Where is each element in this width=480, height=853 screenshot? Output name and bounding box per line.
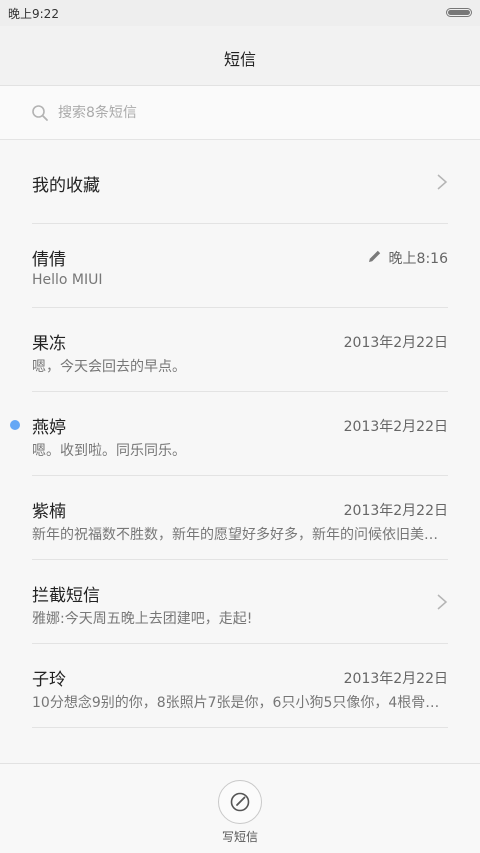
title-bar: 短信 (0, 26, 480, 86)
message-time: 2013年2月22日 (343, 335, 448, 351)
contact-name: 燕婷 (32, 418, 66, 438)
message-preview: Hello MIUI (32, 272, 103, 288)
conversation-item[interactable]: 紫楠 2013年2月22日 新年的祝福数不胜数，新年的愿望好多好多，新年的问候依… (32, 476, 448, 560)
conversation-item[interactable]: 燕婷 2013年2月22日 嗯。收到啦。同乐同乐。 (10, 392, 448, 476)
compose-button[interactable] (218, 780, 262, 824)
conversation-list: 我的收藏 倩倩 晚上8:16 Hello MIUI 果冻 2013年2月22日 … (0, 140, 480, 728)
compose-icon (230, 792, 250, 812)
status-bar: 晚上9:22 (0, 0, 480, 26)
message-time: 2013年2月22日 (343, 503, 448, 519)
bottom-bar: 写短信 (0, 763, 480, 853)
search-input[interactable] (58, 102, 438, 124)
draft-pencil-icon (369, 250, 381, 262)
conversation-item[interactable]: 倩倩 晚上8:16 Hello MIUI (32, 224, 448, 308)
blocked-messages-row[interactable]: 拦截短信 雅娜:今天周五晚上去团建吧，走起! (32, 560, 448, 644)
blocked-messages-title: 拦截短信 (32, 586, 100, 606)
unread-indicator (10, 420, 20, 430)
battery-icon (446, 8, 472, 17)
message-time: 2013年2月22日 (343, 671, 448, 687)
contact-name: 紫楠 (32, 502, 66, 522)
favorites-row[interactable]: 我的收藏 (32, 140, 448, 224)
message-time: 晚上8:16 (388, 251, 448, 267)
page-title: 短信 (223, 50, 256, 69)
favorites-label: 我的收藏 (32, 176, 100, 196)
compose-label[interactable]: 写短信 (0, 828, 480, 845)
chevron-right-icon (437, 174, 448, 190)
contact-name: 子玲 (32, 670, 66, 690)
search-bar[interactable] (0, 86, 480, 140)
message-preview: 嗯。收到啦。同乐同乐。 (32, 443, 186, 459)
search-icon (32, 105, 48, 121)
contact-name: 倩倩 (32, 250, 66, 270)
message-preview: 新年的祝福数不胜数，新年的愿望好多好多，新年的问候依旧美丽，新年的快乐永远不变 (32, 527, 448, 543)
status-time: 晚上9:22 (8, 7, 59, 21)
message-preview: 雅娜:今天周五晚上去团建吧，走起! (32, 611, 253, 627)
message-time: 2013年2月22日 (343, 419, 448, 435)
conversation-item[interactable]: 子玲 2013年2月22日 10分想念9别的你，8张照片7张是你，6只小狗5只像… (32, 644, 448, 728)
message-preview: 嗯，今天会回去的早点。 (32, 359, 186, 375)
conversation-item[interactable]: 果冻 2013年2月22日 嗯，今天会回去的早点。 (32, 308, 448, 392)
message-preview: 10分想念9别的你，8张照片7张是你，6只小狗5只像你，4根骨头3根给你 (32, 695, 448, 711)
contact-name: 果冻 (32, 334, 66, 354)
battery-level-fill (448, 10, 470, 15)
